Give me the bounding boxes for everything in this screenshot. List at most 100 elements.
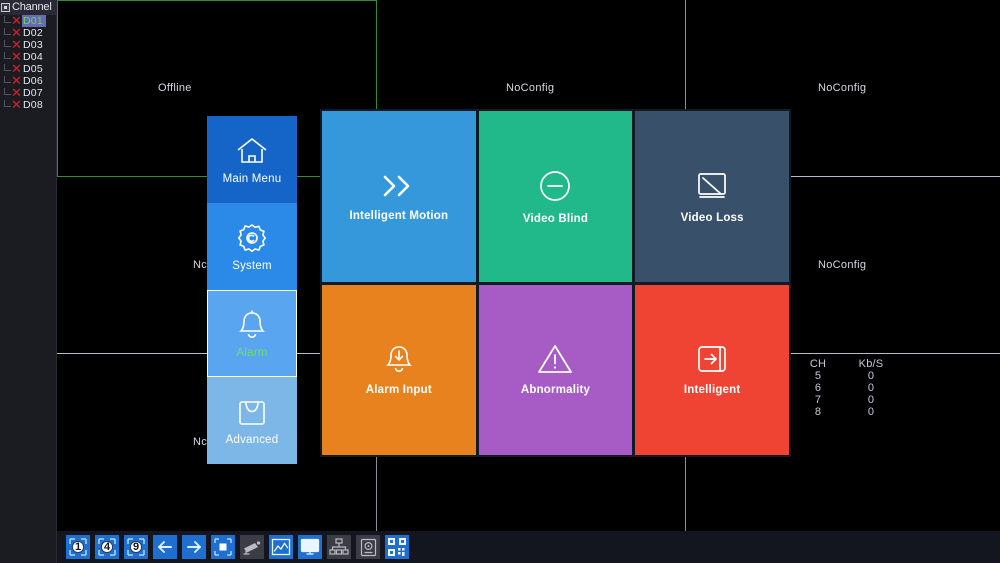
cell-status-label: Nc — [193, 436, 208, 448]
x-mark-icon: ✕ — [11, 13, 22, 29]
cell-status-label: Offline — [158, 82, 192, 94]
bitrate-col-ch: CH — [809, 358, 827, 370]
color-setting-button[interactable] — [269, 535, 293, 559]
qr-code-icon — [387, 537, 407, 557]
channel-item-d06[interactable]: ✕ D06 — [0, 75, 56, 88]
home-icon — [235, 135, 269, 167]
menu-item-system[interactable]: System — [207, 203, 297, 290]
channel-label: D08 — [23, 99, 43, 111]
channel-item-d07[interactable]: ✕ D07 — [0, 85, 56, 101]
tile-video-loss[interactable]: Video Loss — [635, 111, 789, 282]
previous-button[interactable] — [153, 535, 177, 559]
checkbox-icon[interactable] — [1, 3, 10, 12]
x-mark-icon: ✕ — [11, 97, 22, 113]
x-mark-icon: ✕ — [11, 49, 22, 65]
layout-4-button[interactable]: 4 — [95, 535, 119, 559]
arrow-left-icon — [155, 537, 175, 557]
menu-item-alarm[interactable]: Alarm — [207, 290, 297, 377]
tile-label: Intelligent — [683, 384, 741, 397]
qr-code-button[interactable] — [385, 535, 409, 559]
gear-icon — [236, 222, 268, 254]
tile-abnormality[interactable]: Abnormality — [478, 284, 633, 455]
bell-download-icon — [384, 343, 414, 375]
x-mark-icon: ✕ — [11, 37, 22, 53]
channel-label: D01 — [22, 15, 46, 27]
menu-item-label: Advanced — [225, 433, 279, 446]
tile-video-blind[interactable]: Video Blind — [478, 111, 633, 282]
channel-item-d04[interactable]: ✕ D04 — [0, 49, 56, 65]
bitrate-value: 0 — [867, 370, 875, 382]
tile-alarm-input[interactable]: Alarm Input — [322, 284, 476, 455]
ptz-camera-button[interactable] — [240, 535, 264, 559]
output-adjust-button[interactable] — [298, 535, 322, 559]
channel-sidebar-title: Channel — [12, 1, 52, 13]
hdd-info-button[interactable] — [356, 535, 380, 559]
tile-label: Alarm Input — [365, 384, 432, 397]
tree-branch-icon — [4, 51, 11, 59]
channel-item-d02[interactable]: ✕ D02 — [0, 25, 56, 41]
tree-branch-icon — [4, 39, 11, 47]
cell-status-label: Nc — [193, 259, 208, 271]
cell-status-label: NoConfig — [818, 82, 867, 94]
tile-label: Video Loss — [680, 211, 744, 224]
next-button[interactable] — [182, 535, 206, 559]
tree-branch-icon — [4, 15, 11, 23]
bell-icon — [237, 309, 267, 341]
bitrate-row: 80 — [795, 406, 901, 418]
network-tree-icon — [329, 538, 349, 556]
stop-button[interactable] — [211, 535, 235, 559]
menu-item-label: Alarm — [236, 346, 268, 359]
arrow-in-box-icon — [695, 343, 729, 375]
tile-label: Abnormality — [520, 384, 591, 397]
toolbox-icon — [237, 396, 267, 428]
bitrate-channel: 5 — [814, 370, 822, 382]
channel-label: D02 — [23, 27, 43, 39]
bitrate-header-row: CH Kb/S — [795, 358, 901, 370]
layout-9-button[interactable]: 9 — [124, 535, 148, 559]
warning-triangle-icon — [537, 343, 573, 375]
channel-item-d08[interactable]: ✕ D08 — [0, 97, 56, 113]
bitrate-channel: 7 — [814, 394, 822, 406]
tree-branch-icon — [4, 63, 11, 71]
x-mark-icon: ✕ — [11, 25, 22, 41]
bitrate-channel: 8 — [814, 406, 822, 418]
monitor-slash-icon — [695, 169, 729, 203]
channel-label: D04 — [23, 51, 43, 63]
grid-divider-horizontal — [57, 0, 376, 1]
bitrate-col-kbs: Kb/S — [858, 358, 884, 370]
menu-item-advanced[interactable]: Advanced — [207, 377, 297, 464]
channel-item-d03[interactable]: ✕ D03 — [0, 37, 56, 53]
bitrate-row: 50 — [795, 370, 901, 382]
menu-item-label: System — [232, 259, 272, 272]
tile-intelligent-motion[interactable]: Intelligent Motion — [322, 111, 476, 282]
dvr-live-view: Channel ✕ D01 ✕ D02 ✕ D03 ✕ D04 ✕ D05 ✕ D06 ✕ D07 ✕ D08… — [0, 0, 1000, 563]
bitrate-table-grid: CH Kb/S 5 0 6 0 7 0 8 0 — [795, 358, 901, 418]
layout-count-label: 9 — [132, 541, 140, 553]
tile-intelligent[interactable]: Intelligent — [635, 284, 789, 455]
tile-label: Intelligent Motion — [349, 209, 449, 222]
layout-count-label: 1 — [74, 541, 82, 553]
tree-branch-icon — [4, 27, 11, 35]
main-menu-panel: Main Menu System Alarm Advanced — [207, 116, 297, 464]
tree-branch-icon — [4, 87, 11, 95]
layout-1-button[interactable]: 1 — [66, 535, 90, 559]
channel-sidebar: Channel ✕ D01 ✕ D02 ✕ D03 ✕ D04 ✕ D05 ✕ D06 ✕ D07 ✕ D08 — [0, 0, 57, 563]
channel-list: ✕ D01 ✕ D02 ✕ D03 ✕ D04 ✕ D05 ✕ D06 ✕ D07 ✕ D08 — [0, 13, 56, 113]
layout-count-label: 4 — [103, 541, 111, 553]
bitrate-row: 70 — [795, 394, 901, 406]
channel-item-d05[interactable]: ✕ D05 — [0, 63, 56, 76]
network-button[interactable] — [327, 535, 351, 559]
bitrate-channel: 6 — [814, 382, 822, 394]
channel-label: D03 — [23, 39, 43, 51]
channel-sidebar-header[interactable]: Channel — [0, 0, 56, 15]
hdd-icon — [360, 538, 377, 557]
menu-item-main-menu[interactable]: Main Menu — [207, 116, 297, 203]
bitrate-value: 0 — [867, 394, 875, 406]
cell-status-label: NoConfig — [818, 259, 867, 271]
alarm-tile-grid: Intelligent Motion Video Blind Video Loss A… — [320, 109, 791, 457]
channel-item-d01[interactable]: ✕ D01 — [0, 13, 56, 29]
tree-branch-icon — [4, 99, 11, 107]
x-mark-icon: ✕ — [11, 85, 22, 101]
circle-minus-icon — [537, 168, 573, 204]
bitrate-table: CH Kb/S 5 0 6 0 7 0 8 0 — [795, 358, 915, 418]
